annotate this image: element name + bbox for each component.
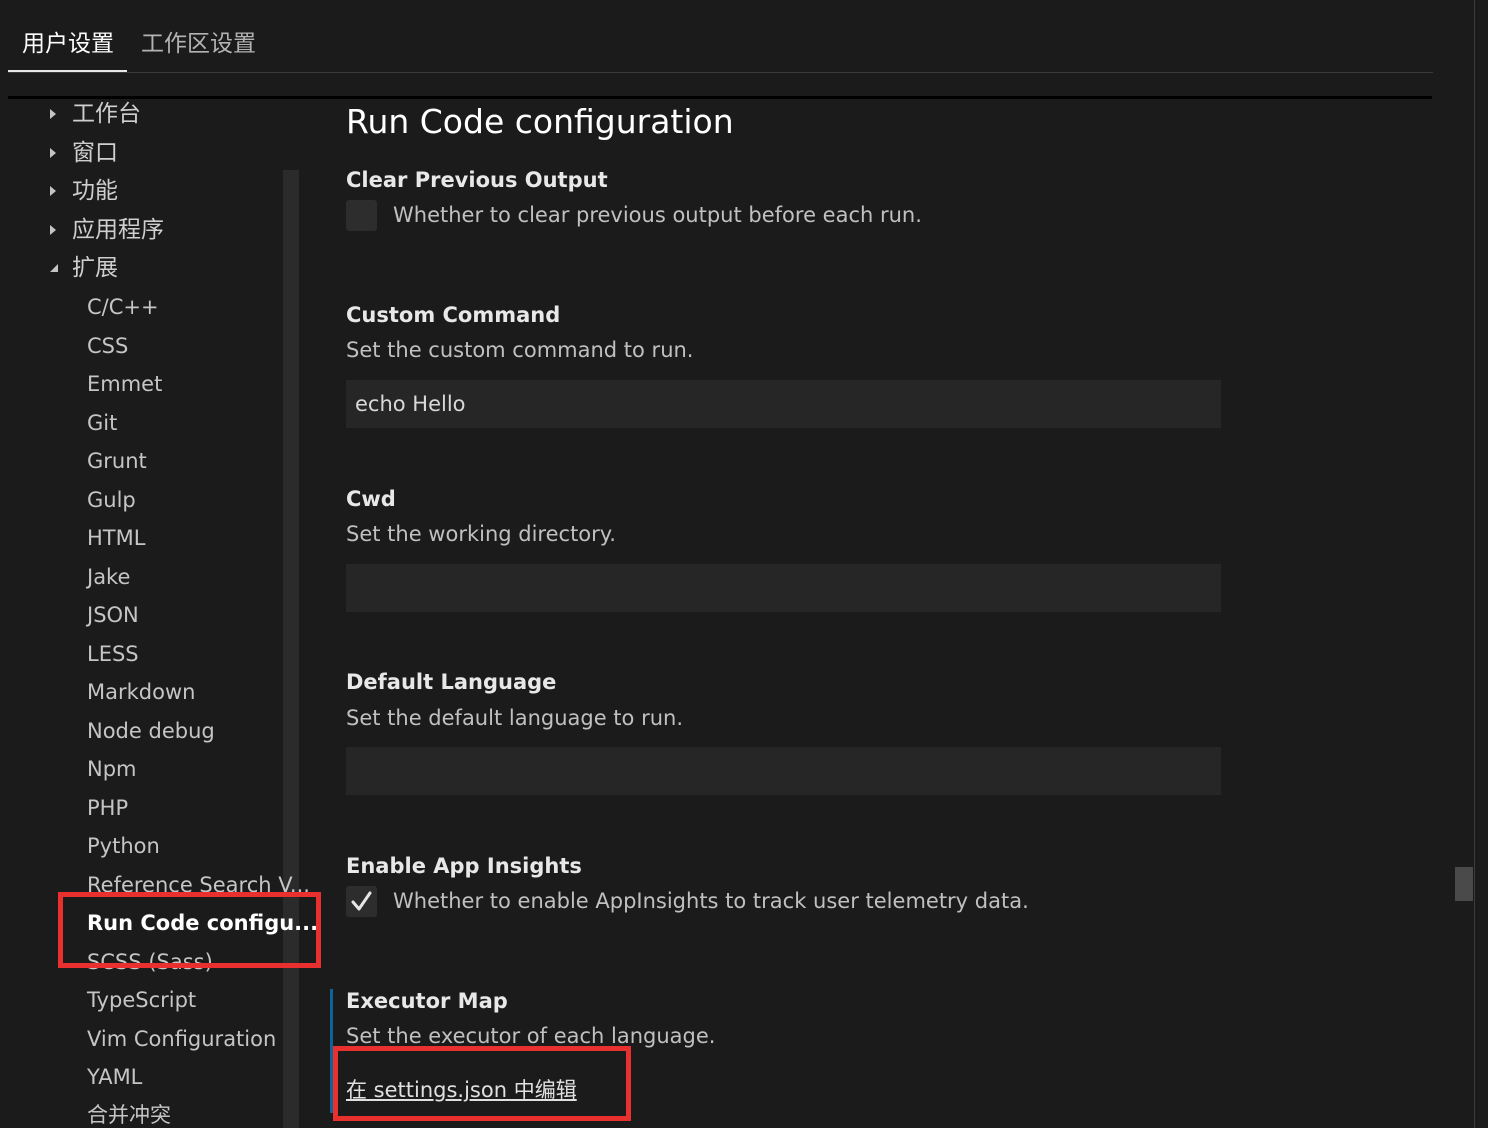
toc-item-node-debug[interactable]: Node debug [87, 716, 215, 746]
toc-item-vim[interactable]: Vim Configuration [87, 1024, 276, 1054]
setting-title-default-language: Default Language [346, 670, 557, 694]
chevron-right-icon[interactable] [48, 107, 58, 121]
toc-item-json[interactable]: JSON [87, 600, 139, 630]
toc-item-emmet[interactable]: Emmet [87, 369, 162, 399]
chevron-right-icon[interactable] [48, 184, 58, 198]
chevron-down-icon[interactable] [48, 261, 58, 275]
toc-item-extensions[interactable]: 扩展 [72, 253, 118, 283]
toc-item-jake[interactable]: Jake [87, 562, 130, 592]
toc-item-grunt[interactable]: Grunt [87, 446, 147, 476]
toc-item-cpp[interactable]: C/C++ [87, 292, 159, 322]
setting-title-cwd: Cwd [346, 487, 396, 511]
custom-command-input[interactable] [346, 380, 1221, 428]
toc-scrollbar[interactable] [283, 170, 299, 1128]
tab-user-settings[interactable]: 用户设置 [22, 28, 114, 60]
toc-item-yaml[interactable]: YAML [87, 1062, 142, 1092]
setting-title-app-insights: Enable App Insights [346, 854, 582, 878]
clear-output-checkbox[interactable] [346, 200, 377, 231]
toc-item-features[interactable]: 功能 [72, 176, 118, 206]
settings-tabs: 用户设置 工作区设置 [8, 0, 1433, 73]
setting-title-executor-map: Executor Map [346, 989, 508, 1013]
toc-item-window[interactable]: 窗口 [72, 138, 118, 168]
default-language-input[interactable] [346, 747, 1221, 795]
setting-desc-custom-command: Set the custom command to run. [346, 338, 694, 362]
edit-in-settings-json-link[interactable]: 在 settings.json 中编辑 [346, 1075, 577, 1105]
chevron-right-icon[interactable] [48, 223, 58, 237]
toc-item-less[interactable]: LESS [87, 639, 139, 669]
page-title: Run Code configuration [346, 102, 734, 141]
toc-item-css[interactable]: CSS [87, 331, 128, 361]
header-divider [8, 96, 1432, 99]
toc-item-scss[interactable]: SCSS (Sass) [87, 947, 213, 977]
toc-item-html[interactable]: HTML [87, 523, 145, 553]
toc-item-php[interactable]: PHP [87, 793, 128, 823]
main-scrollbar-thumb[interactable] [1455, 867, 1473, 901]
app-insights-checkbox[interactable] [346, 886, 377, 917]
setting-desc-app-insights: Whether to enable AppInsights to track u… [393, 889, 1029, 913]
setting-desc-clear-output: Whether to clear previous output before … [393, 203, 922, 227]
setting-desc-cwd: Set the working directory. [346, 522, 616, 546]
setting-title-clear-output: Clear Previous Output [346, 168, 608, 192]
tab-workspace-settings[interactable]: 工作区设置 [141, 28, 256, 60]
toc-item-typescript[interactable]: TypeScript [87, 985, 196, 1015]
toc-item-reference-search[interactable]: Reference Search V... [87, 870, 310, 900]
setting-title-custom-command: Custom Command [346, 303, 561, 327]
toc-item-merge-conflict[interactable]: 合并冲突 [87, 1100, 171, 1128]
toc-item-git[interactable]: Git [87, 408, 117, 438]
focused-setting-indicator [330, 989, 333, 1113]
setting-desc-default-language: Set the default language to run. [346, 706, 683, 730]
toc-item-gulp[interactable]: Gulp [87, 485, 136, 515]
toc-item-workbench[interactable]: 工作台 [72, 99, 141, 129]
toc-item-python[interactable]: Python [87, 831, 160, 861]
panel-border [1474, 0, 1475, 1128]
settings-page: 用户设置 工作区设置 工作台 窗口 功能 应用程序 扩展 C/C++ CSS E… [0, 0, 1488, 1128]
toc-item-markdown[interactable]: Markdown [87, 677, 195, 707]
toc-item-run-code[interactable]: Run Code configu... [87, 908, 318, 938]
setting-desc-executor-map: Set the executor of each language. [346, 1024, 716, 1048]
toc-item-npm[interactable]: Npm [87, 754, 137, 784]
chevron-right-icon[interactable] [48, 146, 58, 160]
toc-item-application[interactable]: 应用程序 [72, 215, 164, 245]
cwd-input[interactable] [346, 564, 1221, 612]
checkmark-icon [351, 891, 372, 911]
active-tab-indicator [8, 70, 127, 72]
